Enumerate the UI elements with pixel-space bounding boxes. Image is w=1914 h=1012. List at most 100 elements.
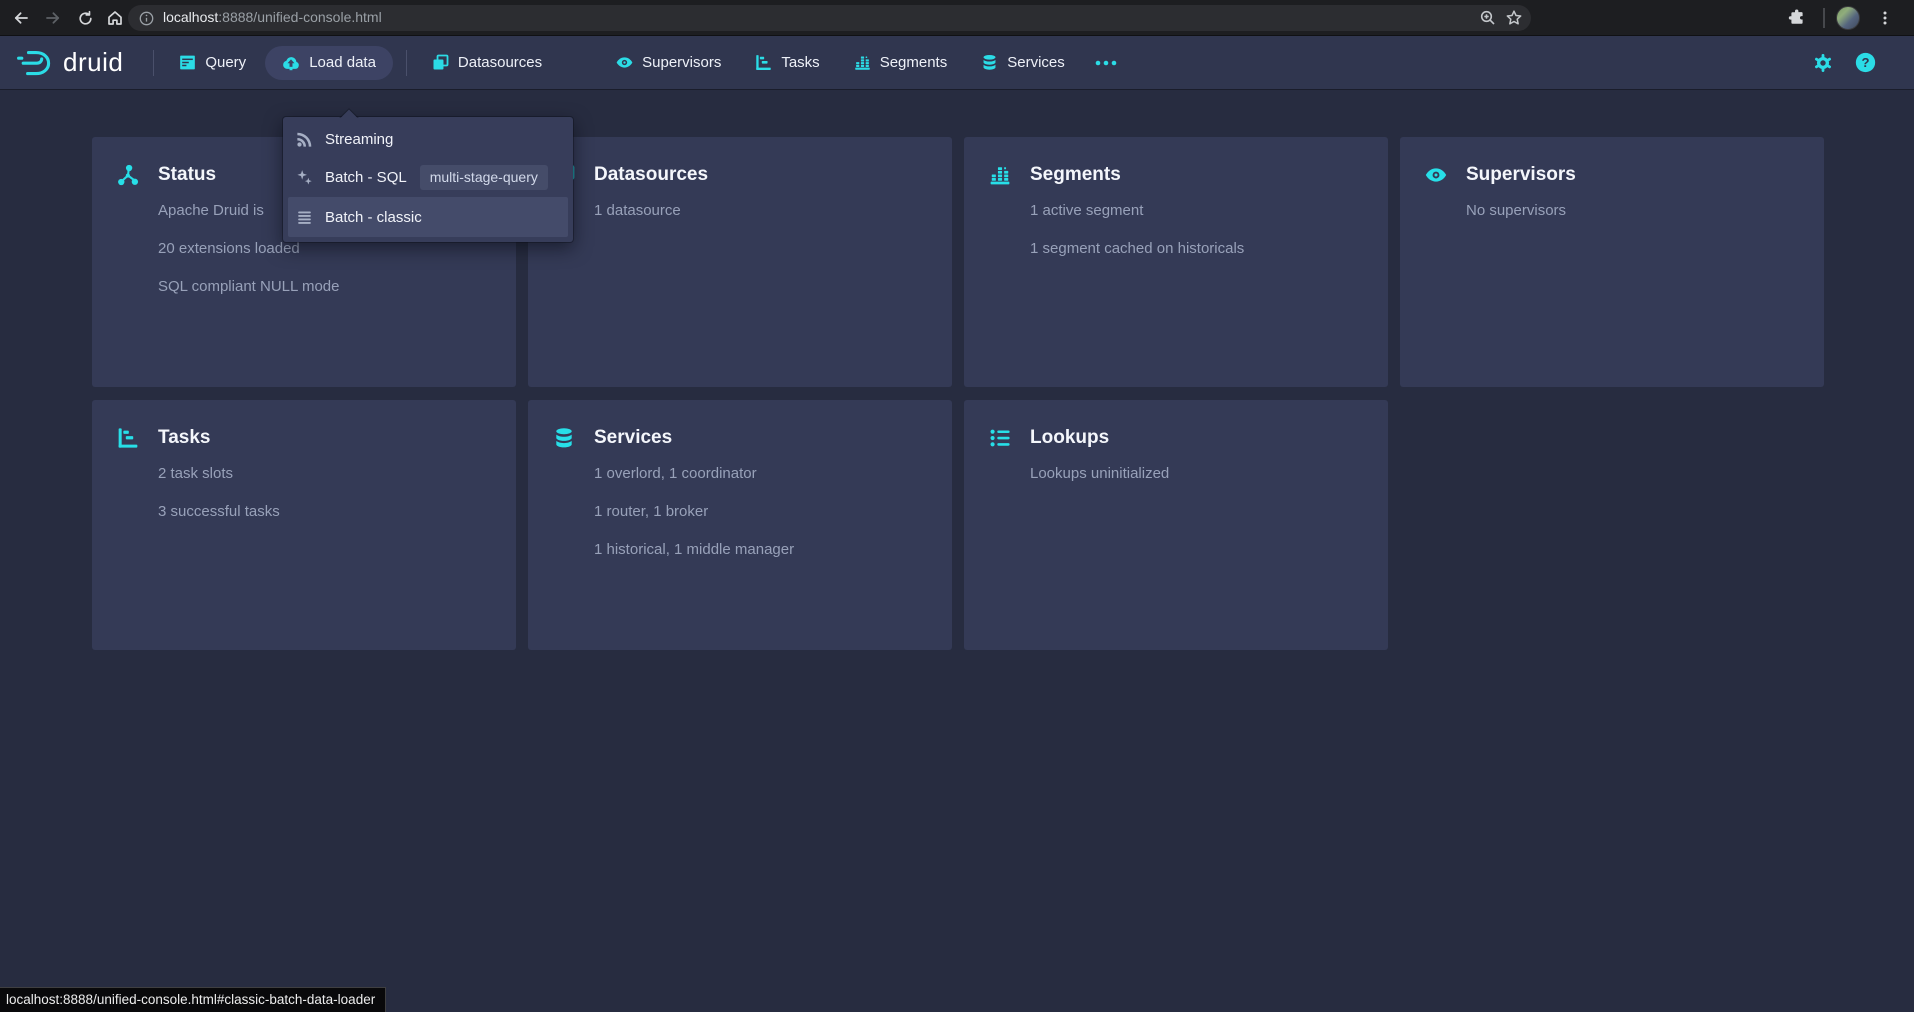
stacked-bars-icon (854, 54, 871, 71)
browser-forward-button[interactable] (40, 5, 66, 31)
supervisors-card-title: Supervisors (1466, 164, 1576, 186)
services-card-title: Services (594, 427, 672, 449)
extensions-button[interactable] (1784, 5, 1810, 31)
status-card-title: Status (158, 164, 216, 186)
nav-label-datasources: Datasources (458, 54, 542, 71)
services-line: 1 overlord, 1 coordinator (594, 463, 932, 484)
services-line: 1 router, 1 broker (594, 501, 932, 522)
reload-icon (77, 10, 94, 27)
nav-item-datasources[interactable]: Datasources (415, 36, 559, 90)
nav-item-services[interactable]: Services (964, 36, 1082, 90)
menu-label-batch-sql: Batch - SQL (325, 169, 407, 186)
gantt-chart-icon (117, 427, 139, 449)
help-icon[interactable]: ? (1855, 52, 1876, 73)
menu-item-batch-classic[interactable]: Batch - classic (288, 197, 568, 237)
zoom-page-button[interactable] (1479, 9, 1497, 27)
multi-stage-query-badge: multi-stage-query (420, 165, 548, 190)
url-text: localhost:8888/unified-console.html (163, 9, 382, 27)
zoom-magnifier-icon (1479, 9, 1497, 27)
nav-item-supervisors[interactable]: Supervisors (599, 36, 738, 90)
bookmark-star-button[interactable] (1505, 9, 1523, 27)
supervisors-card[interactable]: Supervisors No supervisors (1400, 137, 1824, 387)
menu-label-streaming: Streaming (325, 131, 393, 148)
services-line: 1 historical, 1 middle manager (594, 539, 932, 560)
menu-item-streaming[interactable]: Streaming (288, 122, 568, 157)
tasks-card-title: Tasks (158, 427, 210, 449)
services-card[interactable]: Services 1 overlord, 1 coordinator 1 rou… (528, 400, 952, 650)
nav-label-query: Query (205, 54, 246, 71)
back-arrow-icon (12, 9, 30, 27)
nav-more-button[interactable] (1082, 36, 1130, 90)
browser-menu-button[interactable] (1872, 5, 1898, 31)
datasources-card-title: Datasources (594, 164, 708, 186)
navbar-right-actions: ? (1813, 52, 1876, 73)
lookups-line: Lookups uninitialized (1030, 463, 1368, 484)
lookups-card[interactable]: Lookups Lookups uninitialized (964, 400, 1388, 650)
druid-logo-icon (16, 48, 56, 78)
browser-toolbar: localhost:8888/unified-console.html (0, 0, 1914, 36)
menu-label-batch-classic: Batch - classic (325, 209, 422, 226)
tasks-line: 2 task slots (158, 463, 496, 484)
svg-text:?: ? (1861, 55, 1869, 70)
toolbar-divider (1823, 8, 1825, 28)
profile-avatar[interactable] (1836, 6, 1860, 30)
segments-card[interactable]: Segments 1 active segment 1 segment cach… (964, 137, 1388, 387)
druid-navbar: druid Query Load data Datasources Superv… (0, 36, 1914, 90)
navbar-divider (406, 50, 407, 76)
feed-icon (296, 131, 313, 148)
menu-item-batch-sql[interactable]: Batch - SQL multi-stage-query (288, 157, 568, 197)
nav-item-query[interactable]: Query (162, 36, 263, 90)
nav-label-services: Services (1007, 54, 1065, 71)
sparkles-icon (296, 169, 313, 186)
nav-label-load-data: Load data (309, 54, 376, 71)
druid-logo[interactable]: druid (16, 47, 123, 78)
tasks-line: 3 successful tasks (158, 501, 496, 522)
nav-item-load-data[interactable]: Load data (265, 46, 393, 80)
load-data-menu: Streaming Batch - SQL multi-stage-query … (283, 117, 573, 242)
url-path: :8888/unified-console.html (218, 9, 381, 25)
status-line: SQL compliant NULL mode (158, 276, 496, 297)
browser-home-button[interactable] (102, 5, 128, 31)
stacked-bars-icon (989, 164, 1011, 186)
kebab-menu-icon (1877, 10, 1893, 26)
address-bar[interactable]: localhost:8888/unified-console.html (128, 5, 1531, 31)
gantt-chart-icon (755, 54, 772, 71)
nav-label-supervisors: Supervisors (642, 54, 721, 71)
nav-item-tasks[interactable]: Tasks (738, 36, 836, 90)
nav-item-segments[interactable]: Segments (837, 36, 965, 90)
puzzle-icon (1788, 9, 1806, 27)
segments-card-title: Segments (1030, 164, 1121, 186)
link-target-statusbar: localhost:8888/unified-console.html#clas… (0, 987, 386, 1012)
menu-lines-icon (296, 209, 313, 226)
home-icon (106, 9, 124, 27)
datasources-card[interactable]: Datasources 1 datasource (528, 137, 952, 387)
console-icon (179, 54, 196, 71)
nav-label-segments: Segments (880, 54, 948, 71)
eye-icon (1425, 164, 1447, 186)
tasks-card[interactable]: Tasks 2 task slots 3 successful tasks (92, 400, 516, 650)
cloud-upload-icon (282, 54, 300, 72)
eye-icon (616, 54, 633, 71)
navbar-divider (153, 50, 154, 76)
nav-label-tasks: Tasks (781, 54, 819, 71)
datasources-icon (432, 54, 449, 71)
site-info-icon[interactable] (139, 11, 154, 26)
star-icon (1505, 9, 1523, 27)
lookups-card-title: Lookups (1030, 427, 1109, 449)
properties-list-icon (989, 427, 1011, 449)
popover-caret (339, 108, 359, 118)
url-host: localhost (163, 9, 218, 25)
browser-reload-button[interactable] (72, 5, 98, 31)
database-icon (981, 54, 998, 71)
more-dots-icon (1094, 59, 1118, 67)
segments-line: 1 segment cached on historicals (1030, 238, 1368, 259)
status-line: Apache Druid is (158, 200, 284, 221)
browser-back-button[interactable] (8, 5, 34, 31)
graph-icon (117, 164, 139, 186)
forward-arrow-icon (44, 9, 62, 27)
supervisors-line: No supervisors (1466, 200, 1804, 221)
druid-wordmark: druid (63, 47, 123, 78)
database-icon (553, 427, 575, 449)
settings-gear-icon[interactable] (1813, 53, 1833, 73)
datasources-line: 1 datasource (594, 200, 932, 221)
